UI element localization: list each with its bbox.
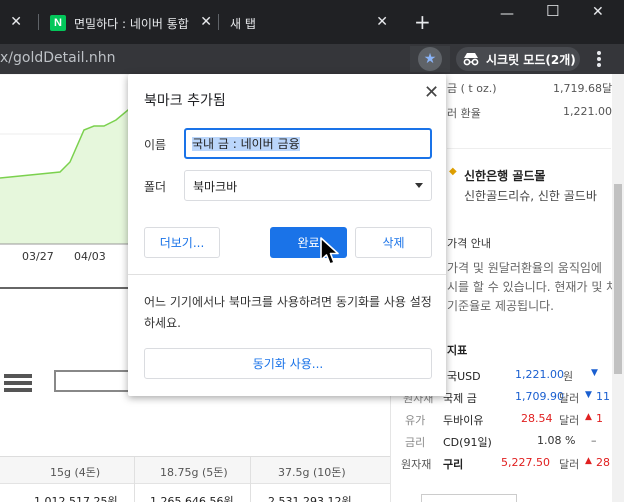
guide-text: 시를 할 수 있습니다. 현재가 및 차 <box>447 280 618 294</box>
guide-title: 가격 안내 <box>447 237 491 250</box>
index-name[interactable]: 국USD <box>447 368 481 384</box>
column-header: 15g (4돈) <box>50 466 101 479</box>
column-header: 18.75g (5돈) <box>160 466 228 479</box>
index-unit: 달러 <box>559 392 580 405</box>
index-category: 유가 <box>405 414 426 427</box>
index-name[interactable]: CD(91일) <box>443 434 492 450</box>
column-divider <box>250 457 251 502</box>
bank-title[interactable]: 신한은행 골드몰 <box>464 167 545 184</box>
table-cell: 1,265,646.56원 <box>150 495 234 502</box>
sync-button[interactable]: 동기화 사용... <box>144 348 432 379</box>
info-value: 1,221.00 <box>563 105 612 118</box>
maximize-icon[interactable]: ☐ <box>546 2 559 20</box>
index-change: 28 <box>596 456 610 469</box>
index-category: 금리 <box>405 436 426 449</box>
tab-separator <box>218 14 219 30</box>
bank-subtitle[interactable]: 신한골드리슈, 신한 골드바 <box>464 187 597 204</box>
bookmark-name-value: 국내 금 : 네이버 금융 <box>192 137 300 151</box>
scrollbar-thumb[interactable] <box>614 184 622 374</box>
name-label: 이름 <box>144 138 167 152</box>
column-header: 37.5g (10돈) <box>278 466 346 479</box>
folder-value: 북마크바 <box>193 180 238 194</box>
close-window-icon[interactable]: ✕ <box>592 4 604 20</box>
sync-message: 어느 기기에서나 북마크를 사용하려면 동기화를 사용 설정하세요. <box>144 295 432 330</box>
incognito-icon <box>463 53 479 66</box>
folder-label: 폴더 <box>144 180 167 194</box>
index-name[interactable]: 국제 금 <box>443 390 477 406</box>
address-bar-url[interactable]: x/goldDetail.nhn <box>0 46 116 70</box>
incognito-label: 시크릿 모드(2개) <box>486 52 576 67</box>
index-value: 1.08 % <box>537 434 576 447</box>
index-value: 28.54 <box>521 412 553 425</box>
tab-label: 면밀하다 : 네이버 통합 <box>74 16 189 31</box>
info-label: 러 환율 <box>447 107 481 120</box>
gold-price-chart <box>0 74 132 289</box>
table-cell: 2,531,293.12원 <box>268 495 352 502</box>
index-unit: 원 <box>563 370 574 383</box>
title-bar: ✕ N 면밀하다 : 네이버 통합 ✕ 새 탭 ✕ + — ☐ ✕ <box>0 0 624 44</box>
index-name[interactable]: 구리 <box>443 456 463 472</box>
dialog-title: 북마크 추가됨 <box>144 93 226 109</box>
divider <box>447 148 611 149</box>
info-value: 1,719.68달 <box>553 82 613 95</box>
tab-label: 새 탭 <box>230 16 256 31</box>
bank-icon: ◆ <box>449 166 457 177</box>
tab-new[interactable]: 새 탭 ✕ <box>230 8 398 38</box>
bookmark-added-dialog: 북마크 추가됨 ✕ 이름 국내 금 : 네이버 금융 폴더 북마크바 더보기..… <box>128 74 446 396</box>
more-menu-icon[interactable] <box>597 51 601 67</box>
close-icon[interactable]: ✕ <box>424 82 439 103</box>
folder-select[interactable]: 북마크바 <box>184 170 432 201</box>
index-change: 1 <box>596 412 603 425</box>
tab-previous[interactable]: ✕ <box>0 8 28 38</box>
guide-text: 가격 및 원달러환율의 움직임에 <box>447 261 602 275</box>
bookmark-star-icon[interactable]: ★ <box>418 47 442 71</box>
tab-naver[interactable]: N 면밀하다 : 네이버 통합 ✕ <box>50 8 218 38</box>
close-icon[interactable]: ✕ <box>376 14 388 30</box>
chevron-down-icon <box>415 183 423 188</box>
table-cell: 1,012,517.25원 <box>34 495 118 502</box>
more-button[interactable]: 더보기... <box>144 227 220 258</box>
more-button-edge[interactable] <box>421 494 517 502</box>
close-icon[interactable]: ✕ <box>10 14 22 30</box>
naver-favicon-icon: N <box>50 15 66 31</box>
chart-tick-label: 04/03 <box>74 250 106 263</box>
dialog-divider <box>128 274 446 275</box>
index-value: 1,221.00 <box>515 368 564 381</box>
guide-text: 기준율로 제공됩니다. <box>447 299 554 313</box>
index-value: 1,709.90 <box>515 390 564 403</box>
index-unit: 달러 <box>559 414 580 427</box>
index-category: 원자재 <box>401 458 432 471</box>
index-change: 11 <box>596 390 610 403</box>
scrollbar[interactable] <box>612 74 624 502</box>
incognito-button[interactable]: 시크릿 모드(2개) <box>456 47 580 71</box>
index-value: 5,227.50 <box>501 456 550 469</box>
chart-tick-label: 03/27 <box>22 250 54 263</box>
minimize-icon[interactable]: — <box>500 6 514 22</box>
index-unit: 달러 <box>559 458 580 471</box>
column-divider <box>134 457 135 502</box>
mouse-cursor-icon <box>320 237 339 265</box>
down-arrow-icon: ▼ <box>585 390 592 400</box>
index-title: 지표 <box>447 344 468 357</box>
up-arrow-icon: ▲ <box>585 456 592 466</box>
index-name[interactable]: 두바이유 <box>443 412 483 428</box>
close-icon[interactable]: ✕ <box>200 14 212 30</box>
search-input[interactable] <box>54 370 130 392</box>
list-view-icon[interactable] <box>4 374 32 395</box>
delete-button[interactable]: 삭제 <box>355 227 432 258</box>
bookmark-name-input[interactable]: 국내 금 : 네이버 금융 <box>184 128 432 159</box>
flat-icon: – <box>591 434 597 447</box>
browser-toolbar: x/goldDetail.nhn ★ 시크릿 모드(2개) <box>0 44 624 74</box>
new-tab-icon[interactable]: + <box>414 12 431 32</box>
tab-separator <box>38 14 39 30</box>
down-arrow-icon: ▼ <box>591 368 598 378</box>
up-arrow-icon: ▲ <box>585 412 592 422</box>
info-label: 금 ( t oz.) <box>447 82 497 95</box>
